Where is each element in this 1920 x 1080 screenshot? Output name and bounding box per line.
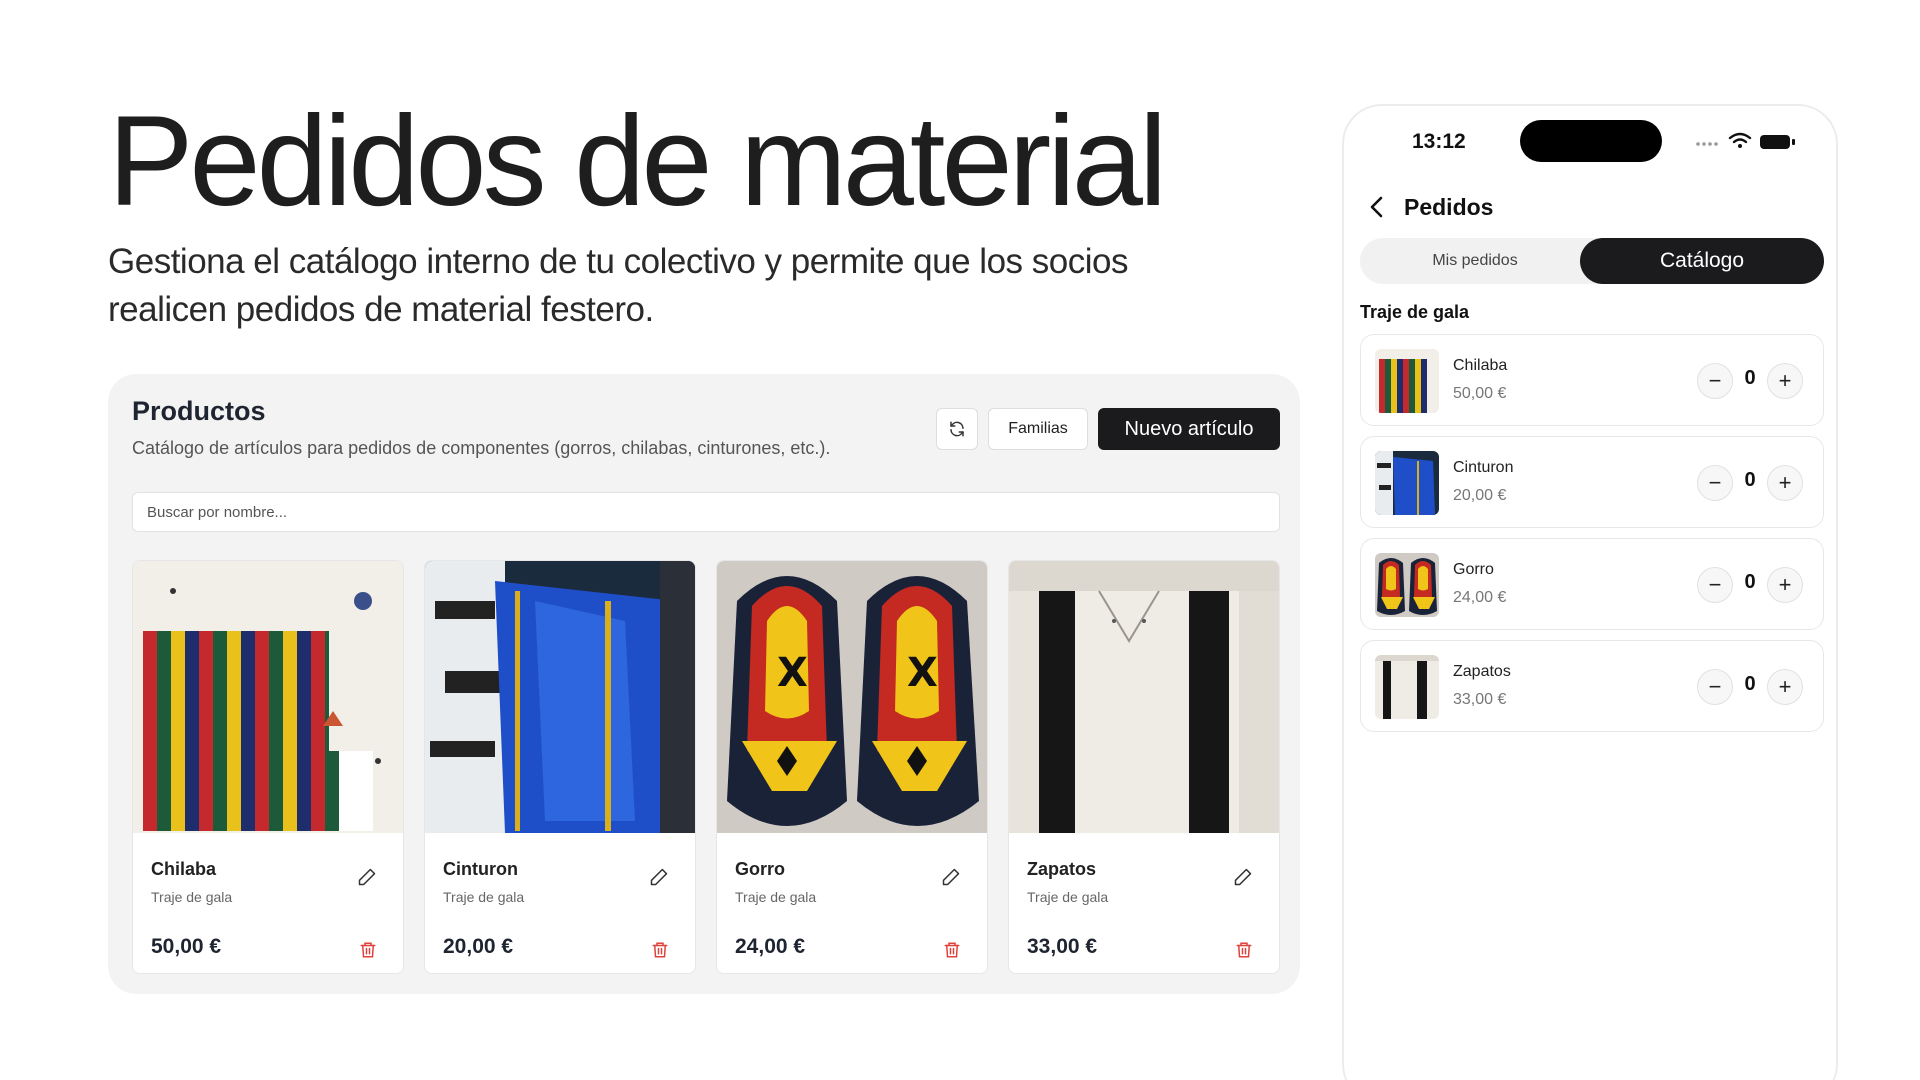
product-family: Traje de gala	[151, 889, 233, 905]
trash-icon[interactable]	[943, 941, 961, 959]
refresh-icon	[950, 421, 964, 437]
signal-icon	[1696, 142, 1718, 146]
status-time: 13:12	[1412, 130, 1466, 153]
item-quantity: 0	[1744, 367, 1756, 389]
list-item: Gorro 24,00 € − 0 +	[1360, 538, 1824, 630]
increment-button[interactable]: +	[1767, 669, 1803, 705]
families-button[interactable]: Familias	[988, 408, 1088, 450]
item-name: Zapatos	[1453, 663, 1511, 680]
product-image-chilaba	[133, 561, 403, 833]
panel-title: Productos	[132, 396, 266, 426]
list-item: Zapatos 33,00 € − 0 +	[1360, 640, 1824, 732]
item-price: 20,00 €	[1453, 487, 1507, 504]
trash-icon[interactable]	[359, 941, 377, 959]
svg-text:X: X	[907, 650, 938, 696]
decrement-button[interactable]: −	[1697, 465, 1733, 501]
edit-icon[interactable]	[649, 867, 669, 887]
product-card[interactable]: Zapatos Traje de gala 33,00 €	[1008, 560, 1280, 974]
item-quantity: 0	[1744, 469, 1756, 491]
edit-icon[interactable]	[1233, 867, 1253, 887]
search-input[interactable]	[132, 492, 1280, 532]
phone-title: Pedidos	[1404, 194, 1494, 220]
product-price: 20,00 €	[443, 935, 514, 958]
wifi-icon	[1728, 132, 1752, 144]
product-image-gorro: X X	[717, 561, 987, 833]
item-thumbnail-zapatos	[1375, 655, 1439, 719]
decrement-button[interactable]: −	[1697, 363, 1733, 399]
increment-button[interactable]: +	[1767, 363, 1803, 399]
new-article-button[interactable]: Nuevo artículo	[1098, 408, 1280, 450]
product-image-zapatos	[1009, 561, 1279, 833]
item-name: Chilaba	[1453, 357, 1508, 374]
page-subtitle: Gestiona el catálogo interno de tu colec…	[108, 242, 1128, 329]
item-price: 50,00 €	[1453, 385, 1507, 402]
item-quantity: 0	[1744, 673, 1756, 695]
item-price: 24,00 €	[1453, 589, 1507, 606]
tab-mis-pedidos[interactable]: Mis pedidos	[1360, 238, 1590, 284]
item-thumbnail-gorro	[1375, 553, 1439, 617]
dynamic-island	[1520, 120, 1662, 162]
item-price: 33,00 €	[1453, 691, 1507, 708]
trash-icon[interactable]	[651, 941, 669, 959]
list-item: Cinturon 20,00 € − 0 +	[1360, 436, 1824, 528]
item-name: Gorro	[1453, 561, 1494, 578]
svg-text:X: X	[777, 650, 808, 696]
product-card[interactable]: X X Gorro Traje de gala 24,00 €	[716, 560, 988, 974]
item-thumbnail-cinturon	[1375, 451, 1439, 515]
product-card[interactable]: Cinturon Traje de gala 20,00 €	[424, 560, 696, 974]
item-name: Cinturon	[1453, 459, 1514, 476]
product-image-cinturon	[425, 561, 695, 833]
product-price: 24,00 €	[735, 935, 806, 958]
product-name: Zapatos	[1027, 859, 1097, 879]
panel-description: Catálogo de artículos para pedidos de co…	[132, 438, 831, 458]
product-grid: Chilaba Traje de gala 50,00 € Cinturon T…	[132, 560, 1280, 976]
segmented-control: Mis pedidos Catálogo	[1360, 238, 1824, 284]
phone-mockup: 13:12 Pedidos Mis pedidos Catálogo Traje…	[1342, 104, 1838, 1080]
battery-icon	[1760, 135, 1795, 149]
product-family: Traje de gala	[443, 889, 525, 905]
item-quantity: 0	[1744, 571, 1756, 593]
increment-button[interactable]: +	[1767, 567, 1803, 603]
product-name: Cinturon	[443, 859, 518, 879]
increment-button[interactable]: +	[1767, 465, 1803, 501]
chevron-left-icon[interactable]	[1366, 194, 1388, 220]
product-name: Gorro	[735, 859, 786, 879]
product-card[interactable]: Chilaba Traje de gala 50,00 €	[132, 560, 404, 974]
products-panel: Productos Catálogo de artículos para ped…	[108, 374, 1300, 994]
product-name: Chilaba	[151, 859, 217, 879]
item-thumbnail-chilaba	[1375, 349, 1439, 413]
refresh-button[interactable]	[936, 408, 978, 450]
tab-catalogo[interactable]: Catálogo	[1580, 238, 1824, 284]
product-family: Traje de gala	[735, 889, 817, 905]
trash-icon[interactable]	[1235, 941, 1253, 959]
edit-icon[interactable]	[941, 867, 961, 887]
status-icons	[1696, 132, 1795, 149]
decrement-button[interactable]: −	[1697, 669, 1733, 705]
product-price: 33,00 €	[1027, 935, 1098, 958]
decrement-button[interactable]: −	[1697, 567, 1733, 603]
list-item: Chilaba 50,00 € − 0 +	[1360, 334, 1824, 426]
edit-icon[interactable]	[357, 867, 377, 887]
product-price: 50,00 €	[151, 935, 222, 958]
product-family: Traje de gala	[1027, 889, 1109, 905]
section-heading: Traje de gala	[1360, 302, 1470, 322]
page-title: Pedidos de material	[108, 90, 1167, 233]
